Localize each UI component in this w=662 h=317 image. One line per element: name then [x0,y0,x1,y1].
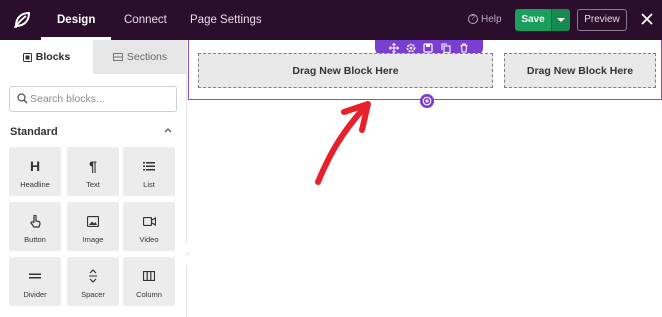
sidebar: Blocks Sections Standard H Headline ¶ [0,40,187,317]
block-divider[interactable]: Divider [9,257,61,306]
delete-icon[interactable] [459,43,469,53]
seedling-logo-icon[interactable] [8,6,36,34]
drop-zone[interactable]: Drag New Block Here [504,53,656,88]
tab-page-settings[interactable]: Page Settings [190,0,262,40]
block-label: Divider [23,290,47,299]
settings-icon[interactable] [406,43,416,53]
block-label: Text [86,180,100,189]
chevron-up-icon[interactable] [163,126,173,136]
block-video[interactable]: Video [123,202,175,251]
top-bar: Design Connect Page Settings ? Help Save … [0,0,662,40]
spacer-icon [67,267,119,285]
save-icon[interactable] [423,43,433,53]
tab-sections[interactable]: Sections [93,40,187,74]
block-label: Column [136,290,162,299]
block-column[interactable]: Column [123,257,175,306]
block-label: List [143,180,155,189]
preview-button[interactable]: Preview [577,9,627,31]
image-icon [67,212,119,230]
block-image[interactable]: Image [67,202,119,251]
duplicate-icon[interactable] [441,43,451,53]
block-label: Spacer [81,290,105,299]
help-icon: ? [468,14,478,25]
red-arrow-annotation [315,101,371,185]
headline-icon: H [29,158,41,174]
block-list[interactable]: List [123,147,175,196]
add-row-icon[interactable] [420,94,434,108]
close-icon[interactable] [640,12,654,26]
block-label: Headline [20,180,50,189]
tab-design[interactable]: Design [40,0,112,40]
builder-app: Design Connect Page Settings ? Help Save … [0,0,662,317]
column-icon [123,267,175,285]
block-spacer[interactable]: Spacer [67,257,119,306]
sections-icon [112,53,123,62]
block-label: Video [139,235,159,244]
save-button[interactable]: Save [515,9,551,31]
search-input[interactable] [30,88,172,110]
save-options-dropdown[interactable] [551,9,570,31]
move-icon[interactable] [389,43,399,53]
block-label: Button [24,235,46,244]
tab-blocks-label: Blocks [35,51,71,63]
paragraph-icon: ¶ [89,158,97,174]
search-box [9,86,177,112]
block-headline[interactable]: H Headline [9,147,61,196]
tab-connect[interactable]: Connect [124,0,167,40]
list-icon [123,157,175,175]
help-label: Help [481,14,502,25]
search-icon [17,93,28,104]
divider-icon [9,267,61,285]
tab-blocks[interactable]: Blocks [0,40,93,74]
pointer-hand-icon [9,212,61,230]
video-icon [123,212,175,230]
standard-group-title[interactable]: Standard [10,126,58,138]
block-button[interactable]: Button [9,202,61,251]
block-label: Image [82,235,104,244]
drop-zone[interactable]: Drag New Block Here [198,53,493,88]
tab-sections-label: Sections [126,51,168,63]
help-link[interactable]: ? Help [468,0,502,40]
block-text[interactable]: ¶ Text [67,147,119,196]
blocks-icon [22,52,32,62]
